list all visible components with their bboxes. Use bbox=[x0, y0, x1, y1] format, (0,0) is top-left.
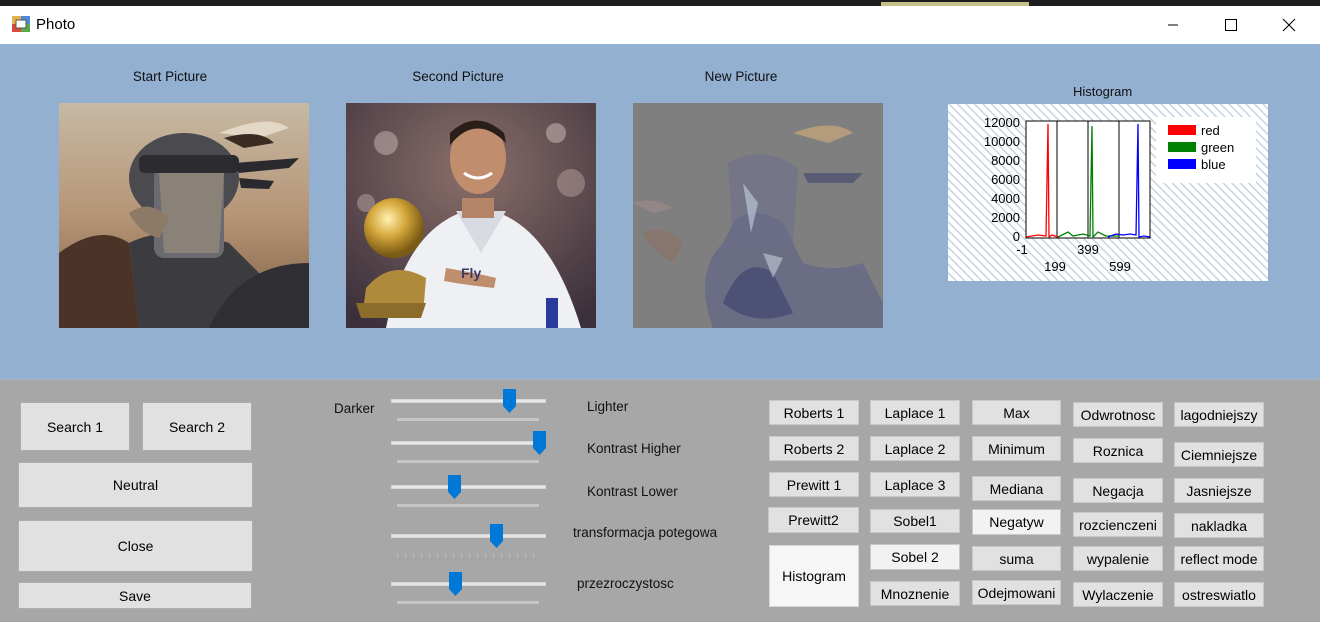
search-1-button[interactable]: Search 1 bbox=[20, 402, 130, 451]
max-button[interactable]: Max bbox=[972, 400, 1061, 425]
lagodniejszy-button[interactable]: lagodniejszy bbox=[1174, 402, 1264, 427]
brightness-slider[interactable] bbox=[391, 389, 546, 431]
histogram-y-tick: 2000 bbox=[991, 210, 1020, 225]
maximize-icon bbox=[1225, 19, 1237, 31]
laplace-2-button[interactable]: Laplace 2 bbox=[870, 436, 960, 461]
ciemniejsze-button[interactable]: Ciemniejsze bbox=[1174, 442, 1264, 467]
transformacja-slider[interactable] bbox=[391, 524, 546, 566]
sobel-2-button[interactable]: Sobel 2 bbox=[870, 544, 960, 570]
reflect-mode-button[interactable]: reflect mode bbox=[1174, 546, 1264, 571]
legend-label-blue: blue bbox=[1201, 157, 1226, 172]
neutral-button[interactable]: Neutral bbox=[18, 462, 253, 508]
slider-thumb[interactable] bbox=[490, 524, 504, 548]
start-picture-label: Start Picture bbox=[132, 69, 208, 84]
histogram-y-tick: 4000 bbox=[991, 191, 1020, 206]
histogram-title: Histogram bbox=[1073, 84, 1133, 99]
przezroczystosc-label: przezroczystosc bbox=[577, 576, 674, 591]
search-2-button[interactable]: Search 2 bbox=[142, 402, 252, 451]
title-bar: Photo bbox=[0, 6, 1320, 44]
svg-text:Fly: Fly bbox=[461, 265, 481, 281]
rozcienczeni-button[interactable]: rozcienczeni bbox=[1073, 512, 1163, 537]
histogram-y-tick: 6000 bbox=[991, 172, 1020, 187]
image-panel: Start Picture Second Picture New Picture bbox=[0, 44, 1320, 380]
start-picture bbox=[59, 103, 309, 328]
kontrast-higher-slider[interactable] bbox=[391, 431, 546, 473]
roberts-1-button[interactable]: Roberts 1 bbox=[769, 400, 859, 425]
mediana-button[interactable]: Mediana bbox=[972, 476, 1061, 501]
legend-swatch-green bbox=[1168, 142, 1196, 152]
kontrast-higher-label: Kontrast Higher bbox=[587, 441, 681, 456]
laplace-3-button[interactable]: Laplace 3 bbox=[870, 472, 960, 497]
histogram-y-tick: 8000 bbox=[991, 153, 1020, 168]
histogram-x-tick: 599 bbox=[1109, 259, 1131, 274]
controls-panel: Search 1 Search 2 Neutral Close Save Dar… bbox=[0, 380, 1320, 622]
histogram-y-tick: 10000 bbox=[984, 134, 1020, 149]
histogram-y-tick: 12000 bbox=[984, 115, 1020, 130]
lighter-label: Lighter bbox=[587, 399, 629, 414]
new-picture-image bbox=[633, 103, 883, 328]
wypalenie-button[interactable]: wypalenie bbox=[1073, 546, 1163, 571]
slider-thumb[interactable] bbox=[533, 431, 546, 455]
window-title: Photo bbox=[36, 16, 76, 33]
prewitt-2-button[interactable]: Prewitt2 bbox=[768, 507, 859, 533]
transformacja-label: transformacja potegowa bbox=[573, 525, 718, 540]
odwrotnosc-button[interactable]: Odwrotnosc bbox=[1073, 402, 1163, 427]
odejmowani-button[interactable]: Odejmowani bbox=[972, 580, 1061, 605]
negatyw-button[interactable]: Negatyw bbox=[972, 509, 1061, 535]
app-icon bbox=[12, 16, 30, 32]
histogram-button[interactable]: Histogram bbox=[769, 545, 859, 607]
legend-label-green: green bbox=[1201, 140, 1234, 155]
slider-thumb[interactable] bbox=[449, 572, 463, 596]
histogram-x-tick: 199 bbox=[1044, 259, 1066, 274]
przezroczystosc-slider[interactable] bbox=[391, 572, 546, 614]
kontrast-lower-slider[interactable] bbox=[391, 475, 546, 517]
sobel-1-button[interactable]: Sobel1 bbox=[870, 509, 960, 533]
wylaczenie-button[interactable]: Wylaczenie bbox=[1073, 582, 1163, 607]
histogram-legend: red green blue bbox=[1156, 117, 1256, 183]
prewitt-1-button[interactable]: Prewitt 1 bbox=[769, 472, 859, 497]
minimize-icon bbox=[1168, 24, 1178, 26]
histogram-x-tick: -1 bbox=[1016, 242, 1028, 257]
histogram-x-tick: 399 bbox=[1077, 242, 1099, 257]
close-button[interactable]: Close bbox=[18, 520, 253, 572]
minimum-button[interactable]: Minimum bbox=[972, 436, 1061, 461]
legend-swatch-blue bbox=[1168, 159, 1196, 169]
histogram-chart: 12000 10000 8000 6000 4000 2000 0 -1 399… bbox=[948, 104, 1268, 281]
legend-swatch-red bbox=[1168, 125, 1196, 135]
second-picture-image: Fly bbox=[346, 103, 596, 328]
kontrast-lower-label: Kontrast Lower bbox=[587, 484, 678, 499]
jasniejsze-button[interactable]: Jasniejsze bbox=[1174, 478, 1264, 503]
save-button[interactable]: Save bbox=[18, 582, 252, 609]
suma-button[interactable]: suma bbox=[972, 546, 1061, 571]
new-picture-label: New Picture bbox=[704, 69, 778, 84]
maximize-button[interactable] bbox=[1202, 6, 1260, 44]
roberts-2-button[interactable]: Roberts 2 bbox=[769, 436, 859, 461]
start-picture-image bbox=[59, 103, 309, 328]
negacja-button[interactable]: Negacja bbox=[1073, 478, 1163, 503]
minimize-button[interactable] bbox=[1144, 6, 1202, 44]
nakladka-button[interactable]: nakladka bbox=[1174, 513, 1264, 538]
mnoznenie-button[interactable]: Mnoznenie bbox=[870, 581, 960, 606]
slider-thumb[interactable] bbox=[503, 389, 517, 413]
darker-label: Darker bbox=[334, 401, 375, 416]
second-picture-label: Second Picture bbox=[412, 69, 504, 84]
roznica-button[interactable]: Roznica bbox=[1073, 438, 1163, 463]
close-icon bbox=[1282, 18, 1296, 32]
laplace-1-button[interactable]: Laplace 1 bbox=[870, 400, 960, 425]
photo-window: Photo Start Picture Second Picture New P… bbox=[0, 6, 1320, 622]
legend-label-red: red bbox=[1201, 123, 1220, 138]
slider-thumb[interactable] bbox=[447, 475, 461, 499]
new-picture bbox=[633, 103, 883, 328]
ostreswiatlo-button[interactable]: ostreswiatlo bbox=[1174, 582, 1264, 607]
second-picture: Fly bbox=[346, 103, 596, 328]
close-window-button[interactable] bbox=[1260, 6, 1318, 44]
